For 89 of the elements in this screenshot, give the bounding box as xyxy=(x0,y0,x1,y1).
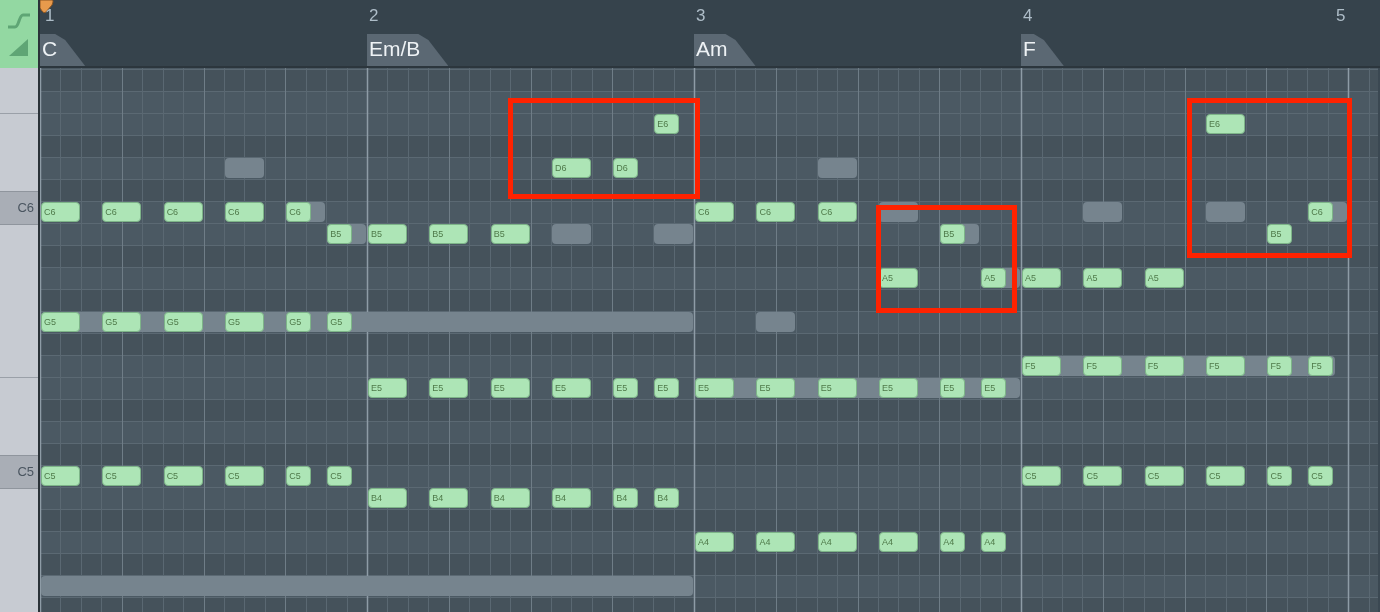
note[interactable]: C6 xyxy=(224,202,264,222)
note[interactable]: G5 xyxy=(41,312,80,332)
note[interactable]: G5 xyxy=(327,312,352,332)
note[interactable]: E5 xyxy=(817,378,857,398)
note[interactable]: A4 xyxy=(695,532,734,552)
note[interactable]: D6 xyxy=(613,158,638,178)
note[interactable]: F5 xyxy=(1267,356,1292,376)
note[interactable]: E6 xyxy=(1206,114,1245,134)
note[interactable]: E5 xyxy=(613,378,638,398)
note[interactable]: C5 xyxy=(1144,466,1184,486)
note[interactable]: C6 xyxy=(817,202,857,222)
ghost-note xyxy=(224,158,264,178)
note[interactable]: D6 xyxy=(552,158,591,178)
note[interactable]: F5 xyxy=(1022,356,1061,376)
note[interactable]: C5 xyxy=(286,466,311,486)
chord-marker[interactable]: Am xyxy=(694,34,756,66)
note[interactable]: B5 xyxy=(490,224,530,244)
note[interactable]: F5 xyxy=(1206,356,1245,376)
note[interactable]: C6 xyxy=(41,202,80,222)
chord-marker[interactable]: Em/B xyxy=(367,34,449,66)
note[interactable]: B4 xyxy=(429,488,469,508)
ghost-note xyxy=(654,224,694,244)
note[interactable]: C5 xyxy=(1206,466,1245,486)
note[interactable]: B5 xyxy=(327,224,352,244)
note[interactable]: C5 xyxy=(163,466,203,486)
ghost-note xyxy=(552,224,591,244)
note[interactable]: C5 xyxy=(41,466,80,486)
ghost-note xyxy=(1206,202,1245,222)
note[interactable]: F5 xyxy=(1308,356,1333,376)
note[interactable]: A4 xyxy=(981,532,1006,552)
curve-icon[interactable] xyxy=(6,11,32,31)
note[interactable]: A5 xyxy=(1022,268,1061,288)
bar-number: 2 xyxy=(369,6,379,26)
note[interactable]: C5 xyxy=(1308,466,1333,486)
note[interactable]: G5 xyxy=(102,312,142,332)
note[interactable]: E5 xyxy=(981,378,1006,398)
note[interactable]: E5 xyxy=(940,378,965,398)
note[interactable]: A5 xyxy=(1144,268,1184,288)
note[interactable]: C5 xyxy=(1083,466,1123,486)
note[interactable]: A4 xyxy=(756,532,796,552)
note[interactable]: C5 xyxy=(1022,466,1061,486)
note[interactable]: E5 xyxy=(490,378,530,398)
note[interactable]: B5 xyxy=(429,224,469,244)
note[interactable]: B4 xyxy=(613,488,638,508)
note[interactable]: C6 xyxy=(286,202,311,222)
bar-number: 5 xyxy=(1336,6,1346,26)
note[interactable]: A4 xyxy=(817,532,857,552)
note[interactable]: E5 xyxy=(879,378,918,398)
note[interactable]: C5 xyxy=(224,466,264,486)
note[interactable]: E5 xyxy=(756,378,796,398)
bar-number: 4 xyxy=(1023,6,1033,26)
note[interactable]: B4 xyxy=(368,488,407,508)
note[interactable]: C6 xyxy=(1308,202,1333,222)
note[interactable]: B4 xyxy=(654,488,679,508)
note[interactable]: E5 xyxy=(368,378,407,398)
note[interactable]: A5 xyxy=(879,268,918,288)
note[interactable]: A5 xyxy=(981,268,1006,288)
note[interactable]: G5 xyxy=(163,312,203,332)
note[interactable]: E5 xyxy=(552,378,591,398)
note[interactable]: G5 xyxy=(224,312,264,332)
chord-marker[interactable]: F xyxy=(1021,34,1064,66)
note[interactable]: E6 xyxy=(654,114,679,134)
note[interactable]: C6 xyxy=(756,202,796,222)
note[interactable]: A5 xyxy=(1083,268,1123,288)
note[interactable]: B5 xyxy=(1267,224,1292,244)
note[interactable]: B5 xyxy=(368,224,407,244)
note[interactable]: C6 xyxy=(695,202,734,222)
note[interactable]: B5 xyxy=(940,224,965,244)
note[interactable]: C6 xyxy=(163,202,203,222)
note[interactable]: F5 xyxy=(1144,356,1184,376)
note[interactable]: E5 xyxy=(695,378,734,398)
note[interactable]: A4 xyxy=(940,532,965,552)
bar-number: 1 xyxy=(45,6,55,26)
note[interactable]: A4 xyxy=(879,532,918,552)
piano-key[interactable]: C6 xyxy=(0,191,38,226)
note[interactable]: B4 xyxy=(552,488,591,508)
bar-number: 3 xyxy=(696,6,706,26)
piano-key[interactable]: C5 xyxy=(0,455,38,490)
note[interactable]: C5 xyxy=(327,466,352,486)
note[interactable]: F5 xyxy=(1083,356,1123,376)
note[interactable]: C5 xyxy=(102,466,142,486)
note[interactable]: E5 xyxy=(654,378,679,398)
note[interactable]: C6 xyxy=(102,202,142,222)
note[interactable]: E5 xyxy=(429,378,469,398)
note[interactable]: G5 xyxy=(286,312,311,332)
note[interactable]: C5 xyxy=(1267,466,1292,486)
chord-marker[interactable]: C xyxy=(40,34,86,66)
ramp-icon[interactable] xyxy=(8,37,30,57)
note[interactable]: B4 xyxy=(490,488,530,508)
